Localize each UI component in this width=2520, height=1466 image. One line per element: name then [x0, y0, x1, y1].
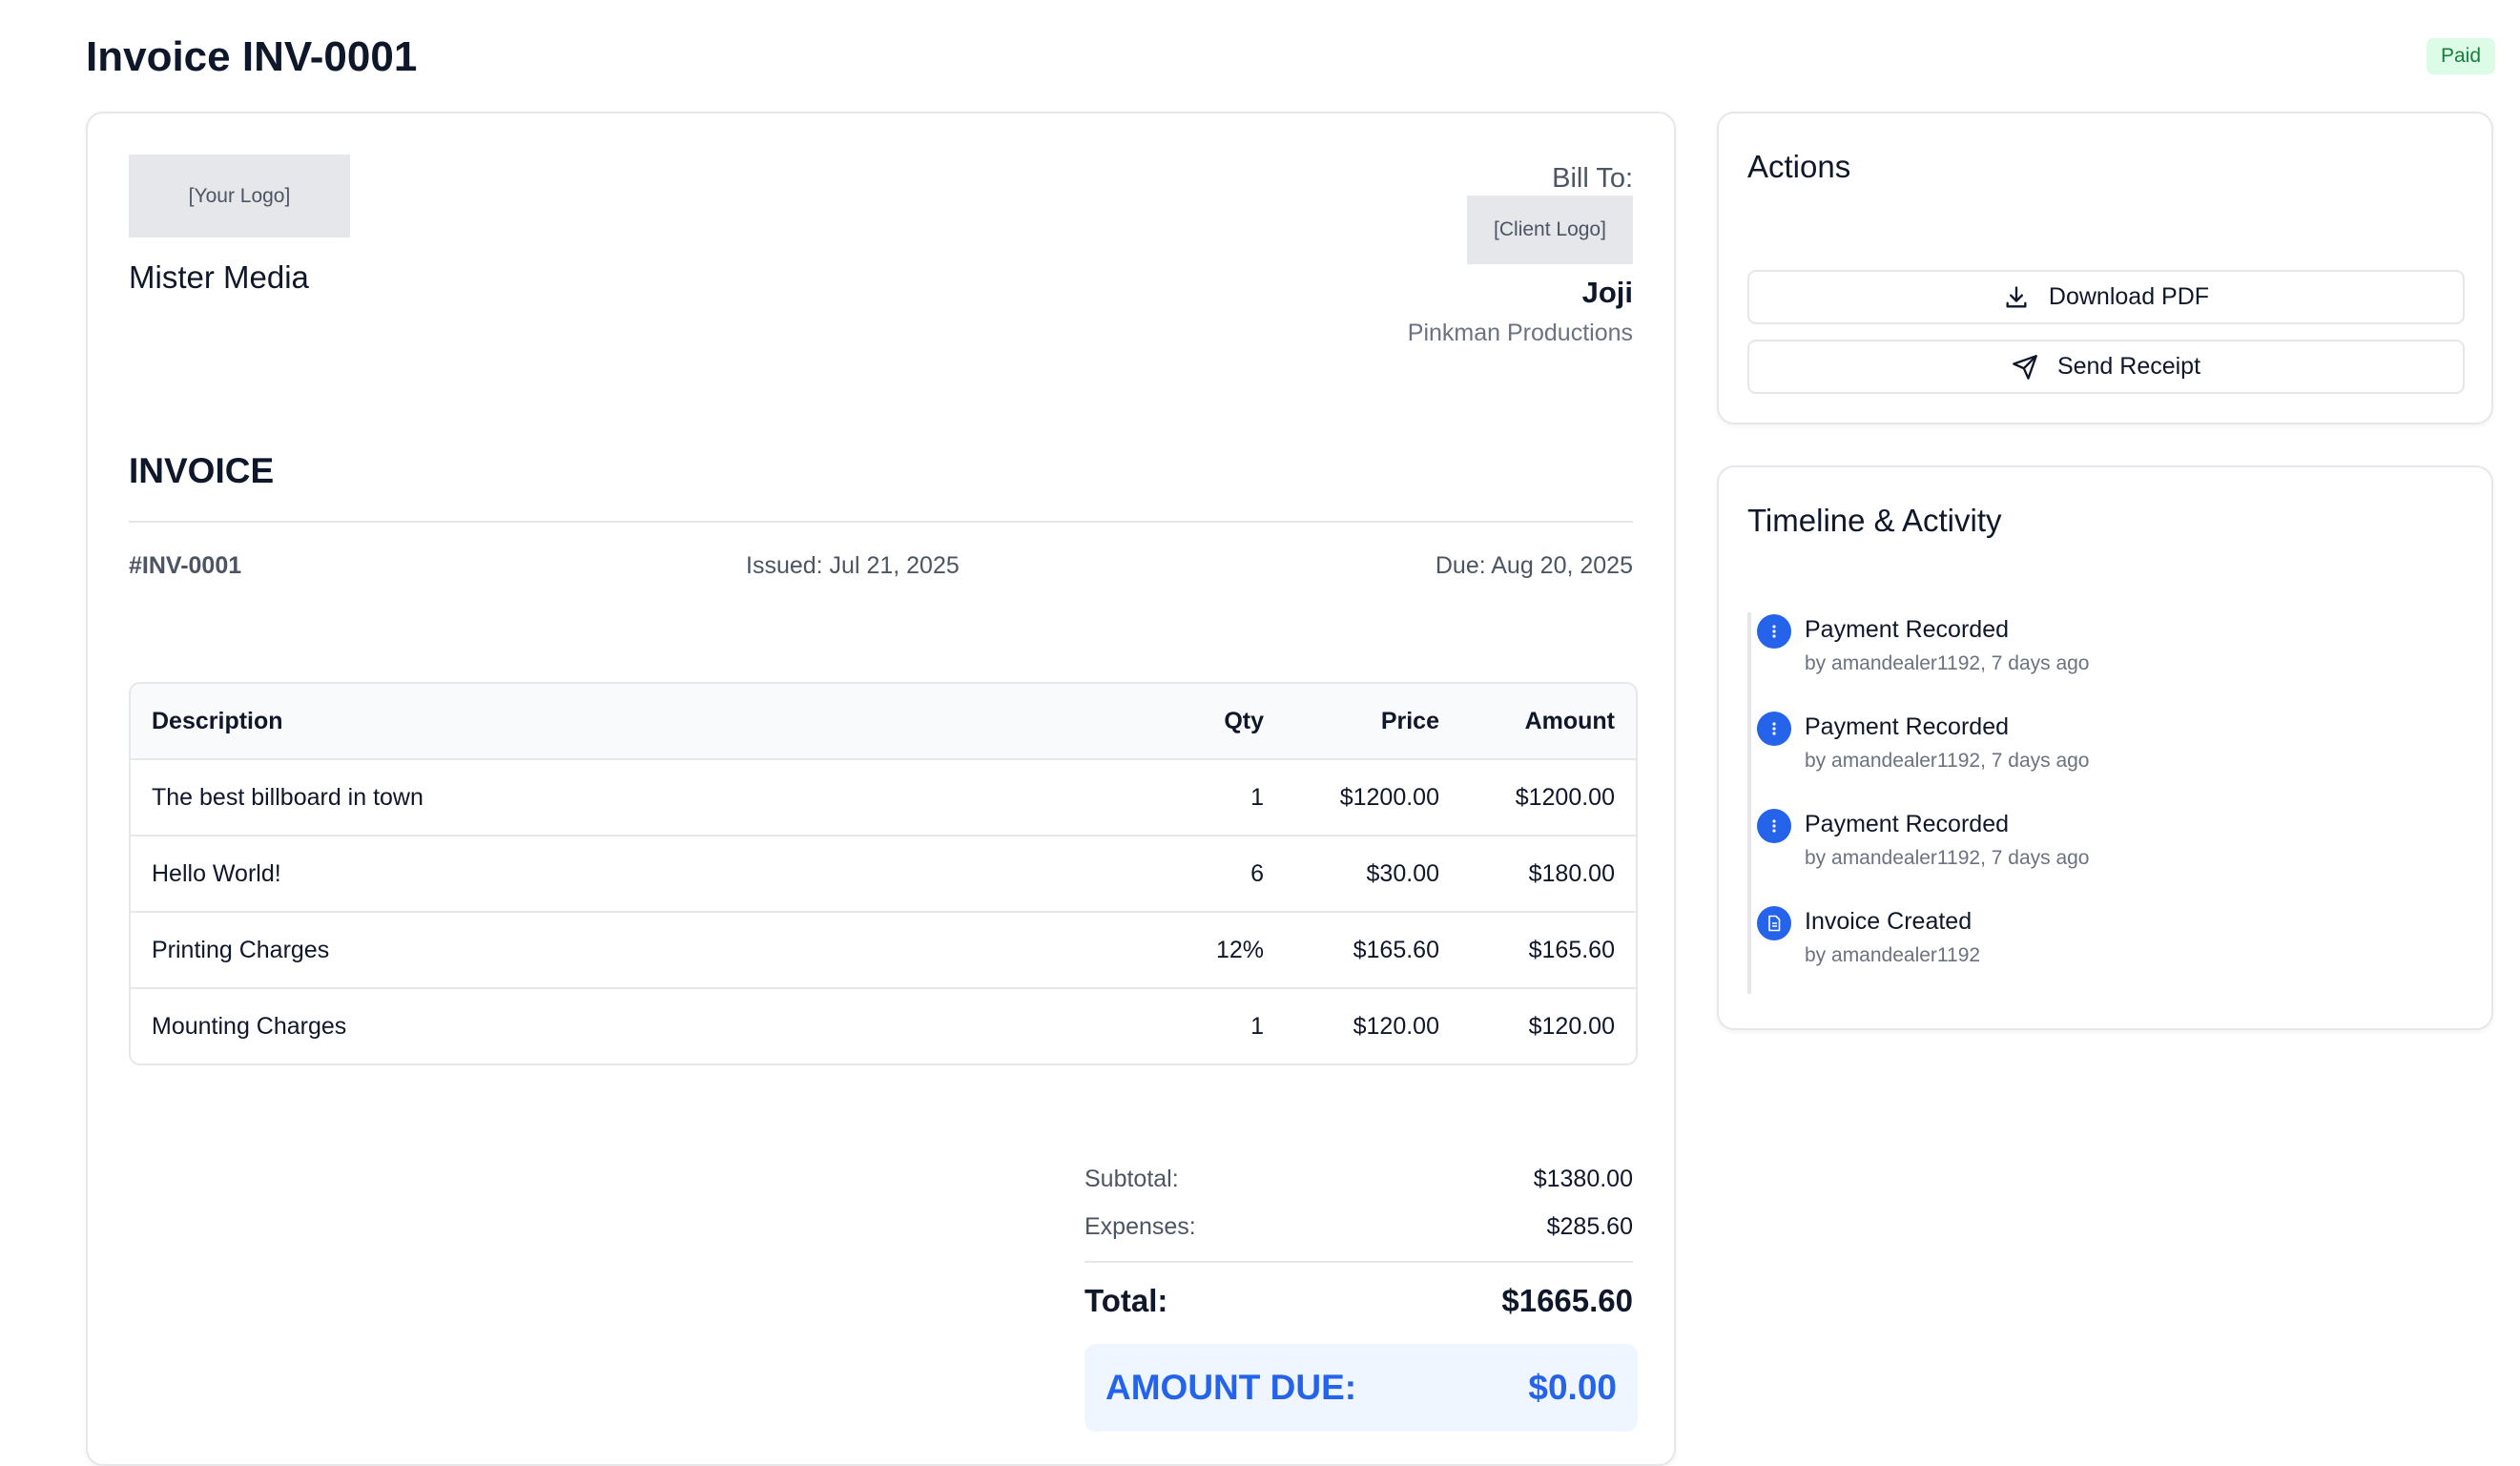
timeline-item-subtitle: by amandealer1192, 7 days ago [1805, 652, 2090, 674]
timeline-item-subtitle: by amandealer1192 [1805, 944, 1981, 966]
subtotal-value: $1380.00 [1533, 1166, 1633, 1192]
item-qty: 1 [1109, 760, 1285, 836]
invoice-card: [Your Logo] Mister Media Bill To: [Clien… [86, 112, 1676, 1466]
item-description: Mounting Charges [152, 1012, 347, 1040]
table-header-row: Description Qty Price Amount [131, 684, 1636, 760]
amount-due-value: $0.00 [1528, 1368, 1617, 1407]
item-description: Printing Charges [131, 913, 1109, 989]
column-header-amount: Amount [1460, 684, 1636, 760]
amount-due-box: AMOUNT DUE: $0.00 [1084, 1344, 1638, 1432]
divider [1084, 1261, 1633, 1263]
timeline-line [1747, 612, 1751, 994]
column-header-qty: Qty [1109, 684, 1285, 760]
client-name: Joji [1581, 276, 1633, 309]
total-value: $1665.60 [1501, 1283, 1633, 1318]
timeline-card: Timeline & Activity Payment Recorded by … [1717, 465, 2493, 1030]
column-header-description: Description [131, 684, 1109, 760]
subtotal-label: Subtotal: [1084, 1166, 1179, 1192]
amount-due-label: AMOUNT DUE: [1105, 1368, 1357, 1407]
timeline-item-title: Payment Recorded [1805, 811, 2010, 837]
document-icon [1757, 906, 1791, 940]
expenses-label: Expenses: [1084, 1213, 1196, 1240]
status-badge: Paid [2427, 38, 2496, 74]
item-amount: $165.60 [1460, 913, 1636, 989]
invoice-heading: INVOICE [129, 451, 275, 490]
item-price: $120.00 [1353, 1012, 1439, 1040]
timeline-item-title: Invoice Created [1805, 908, 1973, 935]
client-logo-placeholder: [Client Logo] [1467, 196, 1633, 264]
expenses-value: $285.60 [1546, 1213, 1633, 1240]
timeline-item-title: Payment Recorded [1805, 616, 2010, 643]
item-amount: $120.00 [1528, 1012, 1615, 1040]
total-label: Total: [1084, 1283, 1168, 1318]
item-price: $1200.00 [1285, 760, 1460, 836]
dots-vertical-icon [1757, 809, 1791, 843]
item-description: The best billboard in town [131, 760, 1109, 836]
timeline-item-subtitle: by amandealer1192, 7 days ago [1805, 847, 2090, 869]
table-row: Printing Charges 12% $165.60 $165.60 [131, 913, 1636, 989]
item-description: Hello World! [131, 836, 1109, 913]
dots-vertical-icon [1757, 712, 1791, 746]
actions-card: Actions Download PDF Send Receipt [1717, 112, 2493, 424]
send-receipt-button[interactable]: Send Receipt [1747, 340, 2465, 394]
timeline-item-subtitle: by amandealer1192, 7 days ago [1805, 750, 2090, 772]
timeline-item-title: Payment Recorded [1805, 713, 2010, 740]
invoice-number: #INV-0001 [129, 552, 242, 579]
download-pdf-label: Download PDF [2048, 283, 2210, 310]
company-name: Mister Media [129, 259, 309, 295]
line-items-table: Description Qty Price Amount The best bi… [129, 682, 1638, 1065]
download-icon [2006, 285, 2027, 307]
bill-to-label: Bill To: [1552, 163, 1633, 194]
company-logo-placeholder: [Your Logo] [129, 155, 350, 237]
page-title: Invoice INV-0001 [86, 33, 418, 80]
send-icon [2013, 354, 2037, 380]
table-row: Hello World! 6 $30.00 $180.00 [131, 836, 1636, 913]
table-row: Mounting Charges 1 $120.00 $120.00 [131, 989, 1636, 1063]
divider [129, 521, 1633, 523]
table-row: The best billboard in town 1 $1200.00 $1… [131, 760, 1636, 836]
download-pdf-button[interactable]: Download PDF [1747, 270, 2465, 324]
due-date: Due: Aug 20, 2025 [1435, 552, 1633, 579]
client-company: Pinkman Productions [1407, 320, 1633, 346]
item-qty: 1 [1250, 1012, 1264, 1040]
item-price: $165.60 [1285, 913, 1460, 989]
item-qty: 12% [1109, 913, 1285, 989]
item-amount: $1200.00 [1460, 760, 1636, 836]
column-header-price: Price [1285, 684, 1460, 760]
dots-vertical-icon [1757, 614, 1791, 649]
item-price: $30.00 [1285, 836, 1460, 913]
timeline-title: Timeline & Activity [1747, 503, 2002, 538]
item-amount: $180.00 [1460, 836, 1636, 913]
send-receipt-label: Send Receipt [2056, 353, 2201, 380]
item-qty: 6 [1109, 836, 1285, 913]
actions-title: Actions [1747, 149, 1851, 184]
issued-date: Issued: Jul 21, 2025 [746, 552, 960, 579]
